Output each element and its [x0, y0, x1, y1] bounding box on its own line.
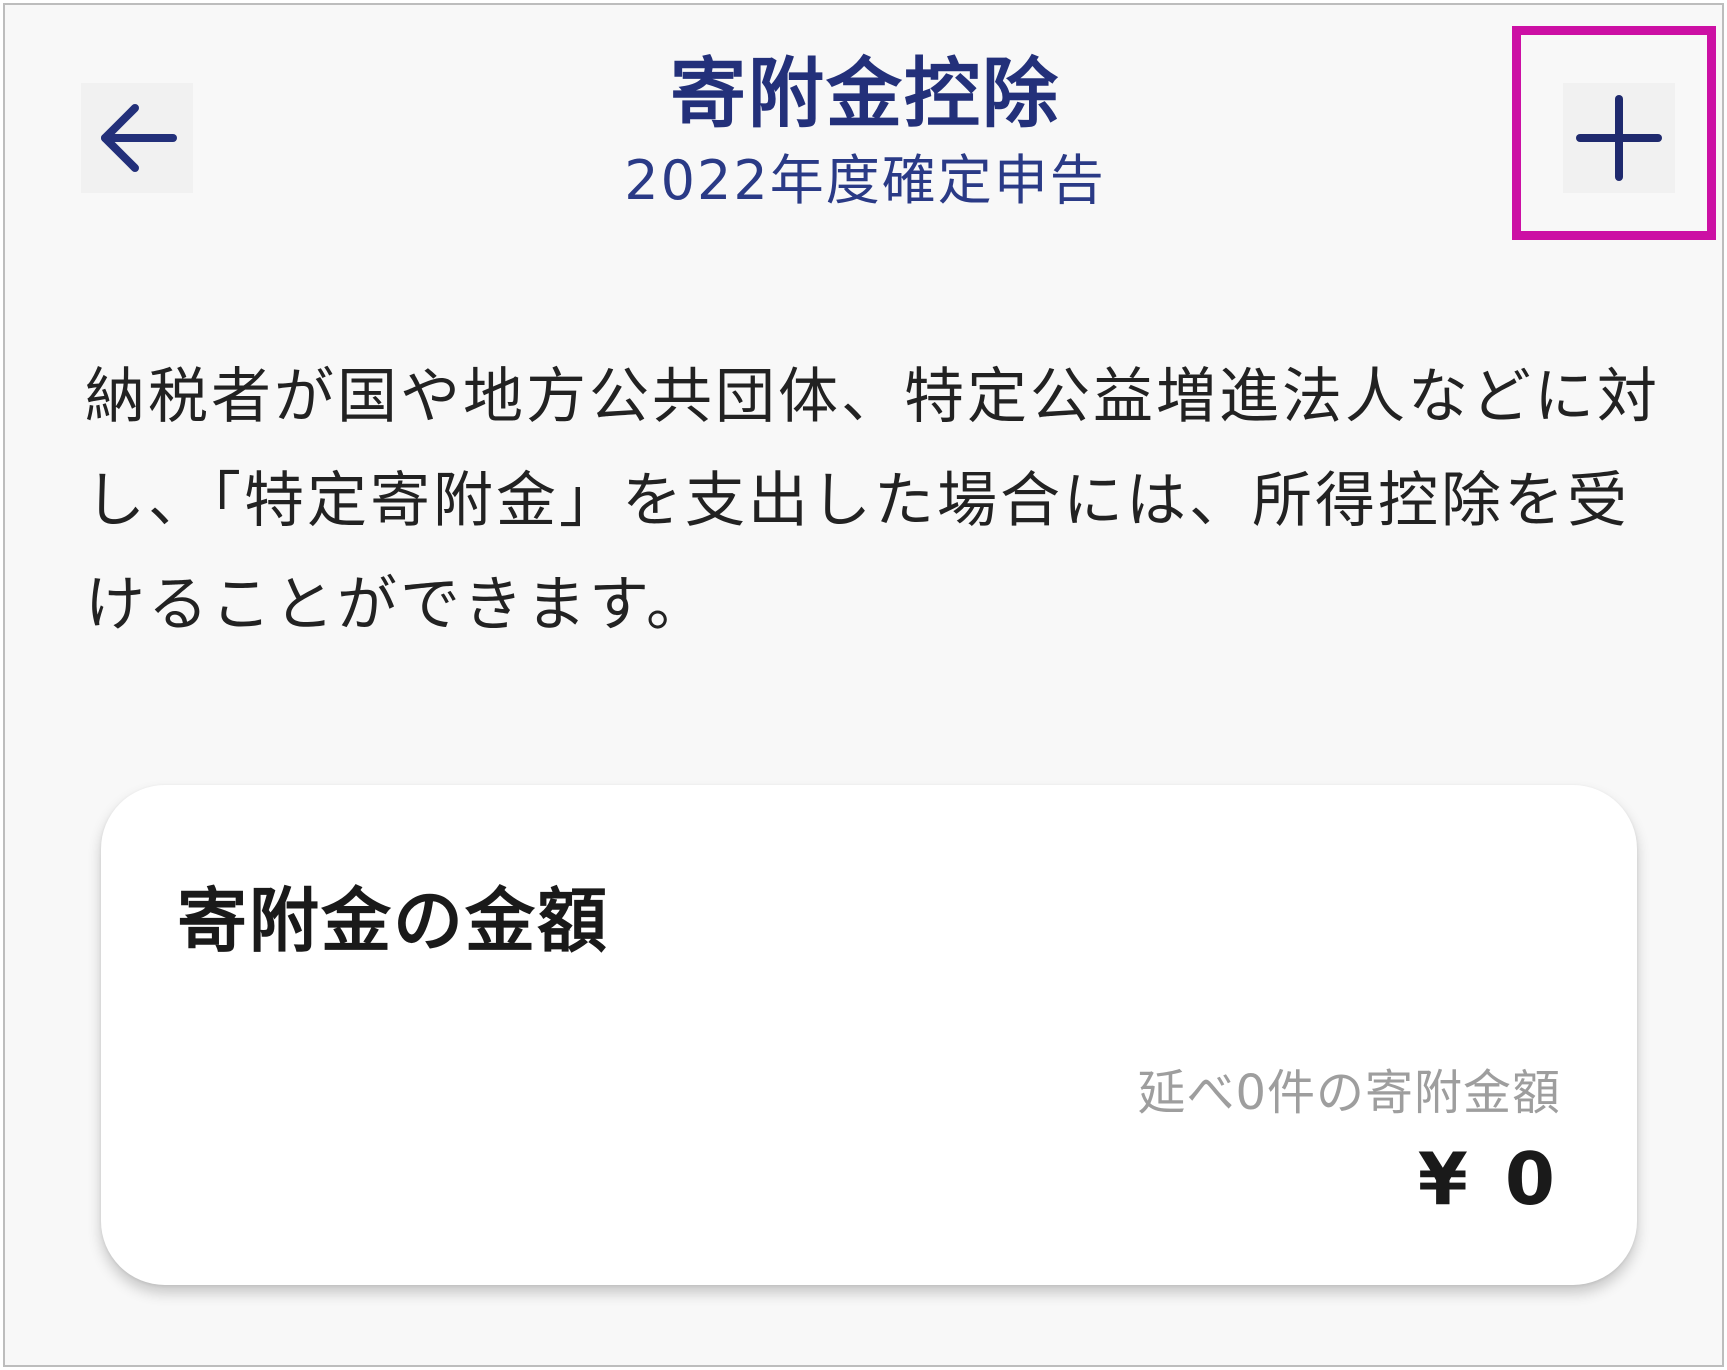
screen-frame: 寄附金控除 2022年度確定申告 納税者が国や地方公共団体、特定公益増進法人など… [3, 3, 1724, 1367]
highlight-box [1512, 26, 1716, 240]
donation-total-amount: ¥ 0 [1417, 1137, 1561, 1221]
page-title: 寄附金控除 [670, 49, 1060, 138]
page-subtitle: 2022年度確定申告 [624, 149, 1106, 212]
back-button[interactable] [81, 83, 193, 193]
donation-count-label: 延べ0件の寄附金額 [1137, 1065, 1561, 1121]
donation-amount-card[interactable]: 寄附金の金額 延べ0件の寄附金額 ¥ 0 [101, 785, 1637, 1285]
card-title: 寄附金の金額 [177, 880, 609, 962]
arrow-left-icon [101, 104, 177, 172]
donation-deduction-description: 納税者が国や地方公共団体、特定公益増進法人などに対し、「特定寄附金」を支出した場… [85, 362, 1660, 640]
header-titles: 寄附金控除 2022年度確定申告 [475, 45, 1255, 217]
